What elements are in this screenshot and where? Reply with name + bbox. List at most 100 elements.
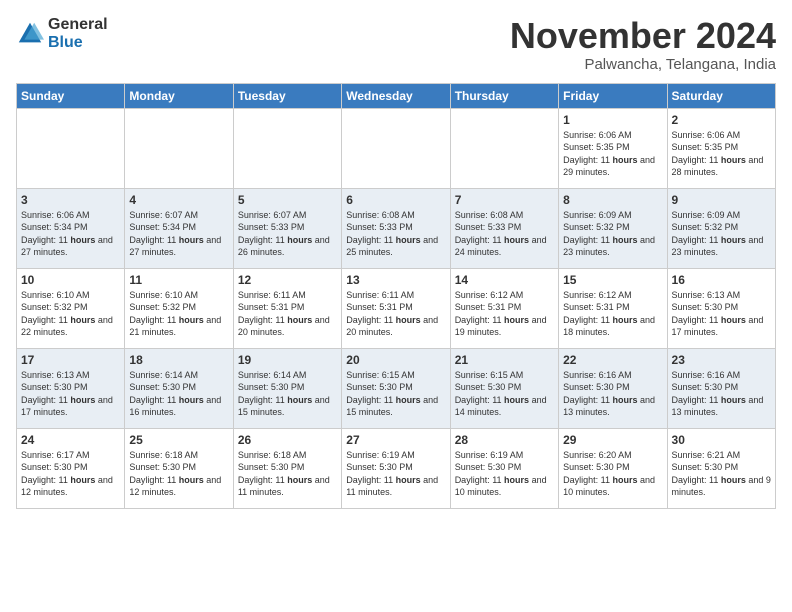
week-row-2: 3 Sunrise: 6:06 AMSunset: 5:34 PMDaylight…: [17, 188, 776, 268]
day-info: Sunrise: 6:18 AMSunset: 5:30 PMDaylight:…: [238, 449, 337, 499]
calendar-cell: 25 Sunrise: 6:18 AMSunset: 5:30 PMDayligh…: [125, 428, 233, 508]
day-number: 4: [129, 193, 228, 207]
day-info: Sunrise: 6:16 AMSunset: 5:30 PMDaylight:…: [672, 369, 771, 419]
day-number: 12: [238, 273, 337, 287]
day-number: 20: [346, 353, 445, 367]
calendar-cell: 12 Sunrise: 6:11 AMSunset: 5:31 PMDayligh…: [233, 268, 341, 348]
calendar-cell: 20 Sunrise: 6:15 AMSunset: 5:30 PMDayligh…: [342, 348, 450, 428]
logo-blue: Blue: [48, 34, 108, 52]
weekday-header-wednesday: Wednesday: [342, 83, 450, 108]
weekday-header-thursday: Thursday: [450, 83, 558, 108]
calendar-cell: [17, 108, 125, 188]
day-number: 10: [21, 273, 120, 287]
day-number: 9: [672, 193, 771, 207]
day-info: Sunrise: 6:13 AMSunset: 5:30 PMDaylight:…: [672, 289, 771, 339]
week-row-4: 17 Sunrise: 6:13 AMSunset: 5:30 PMDayligh…: [17, 348, 776, 428]
week-row-5: 24 Sunrise: 6:17 AMSunset: 5:30 PMDayligh…: [17, 428, 776, 508]
page-header: General Blue November 2024 Palwancha, Te…: [16, 16, 776, 73]
day-number: 16: [672, 273, 771, 287]
calendar-cell: 11Sunrise: 6:10 AMSunset: 5:32 PMDayligh…: [125, 268, 233, 348]
day-info: Sunrise: 6:11 AMSunset: 5:31 PMDaylight:…: [238, 289, 337, 339]
day-info: Sunrise: 6:15 AMSunset: 5:30 PMDaylight:…: [346, 369, 445, 419]
logo-general: General: [48, 16, 108, 34]
day-info: Sunrise: 6:19 AMSunset: 5:30 PMDaylight:…: [455, 449, 554, 499]
day-info: Sunrise: 6:13 AMSunset: 5:30 PMDaylight:…: [21, 369, 120, 419]
day-info: Sunrise: 6:09 AMSunset: 5:32 PMDaylight:…: [563, 209, 662, 259]
calendar-table: SundayMondayTuesdayWednesdayThursdayFrid…: [16, 83, 776, 509]
day-info: Sunrise: 6:12 AMSunset: 5:31 PMDaylight:…: [563, 289, 662, 339]
day-number: 13: [346, 273, 445, 287]
calendar-cell: 9 Sunrise: 6:09 AMSunset: 5:32 PMDaylight…: [667, 188, 775, 268]
week-row-1: 1 Sunrise: 6:06 AMSunset: 5:35 PMDaylight…: [17, 108, 776, 188]
calendar-cell: 15 Sunrise: 6:12 AMSunset: 5:31 PMDayligh…: [559, 268, 667, 348]
calendar-cell: 2 Sunrise: 6:06 AMSunset: 5:35 PMDaylight…: [667, 108, 775, 188]
day-number: 6: [346, 193, 445, 207]
day-number: 2: [672, 113, 771, 127]
day-info: Sunrise: 6:10 AMSunset: 5:32 PMDaylight:…: [129, 289, 228, 339]
day-info: Sunrise: 6:07 AMSunset: 5:33 PMDaylight:…: [238, 209, 337, 259]
day-number: 30: [672, 433, 771, 447]
day-info: Sunrise: 6:08 AMSunset: 5:33 PMDaylight:…: [346, 209, 445, 259]
day-number: 27: [346, 433, 445, 447]
calendar-cell: 6 Sunrise: 6:08 AMSunset: 5:33 PMDaylight…: [342, 188, 450, 268]
day-info: Sunrise: 6:21 AMSunset: 5:30 PMDaylight:…: [672, 449, 771, 499]
day-info: Sunrise: 6:15 AMSunset: 5:30 PMDaylight:…: [455, 369, 554, 419]
day-number: 15: [563, 273, 662, 287]
calendar-cell: 24 Sunrise: 6:17 AMSunset: 5:30 PMDayligh…: [17, 428, 125, 508]
weekday-header-monday: Monday: [125, 83, 233, 108]
day-number: 24: [21, 433, 120, 447]
calendar-cell: 10 Sunrise: 6:10 AMSunset: 5:32 PMDayligh…: [17, 268, 125, 348]
weekday-header-row: SundayMondayTuesdayWednesdayThursdayFrid…: [17, 83, 776, 108]
calendar-cell: [233, 108, 341, 188]
day-number: 28: [455, 433, 554, 447]
calendar-cell: 26 Sunrise: 6:18 AMSunset: 5:30 PMDayligh…: [233, 428, 341, 508]
logo-icon: [16, 20, 44, 48]
day-number: 1: [563, 113, 662, 127]
day-number: 26: [238, 433, 337, 447]
day-info: Sunrise: 6:12 AMSunset: 5:31 PMDaylight:…: [455, 289, 554, 339]
weekday-header-tuesday: Tuesday: [233, 83, 341, 108]
calendar-cell: 19Sunrise: 6:14 AMSunset: 5:30 PMDayligh…: [233, 348, 341, 428]
calendar-cell: [450, 108, 558, 188]
calendar-cell: 17 Sunrise: 6:13 AMSunset: 5:30 PMDayligh…: [17, 348, 125, 428]
calendar-cell: 8 Sunrise: 6:09 AMSunset: 5:32 PMDaylight…: [559, 188, 667, 268]
calendar-cell: 16 Sunrise: 6:13 AMSunset: 5:30 PMDayligh…: [667, 268, 775, 348]
day-info: Sunrise: 6:07 AMSunset: 5:34 PMDaylight:…: [129, 209, 228, 259]
day-info: Sunrise: 6:08 AMSunset: 5:33 PMDaylight:…: [455, 209, 554, 259]
calendar-cell: [342, 108, 450, 188]
day-number: 5: [238, 193, 337, 207]
weekday-header-saturday: Saturday: [667, 83, 775, 108]
calendar-cell: 21Sunrise: 6:15 AMSunset: 5:30 PMDayligh…: [450, 348, 558, 428]
calendar-cell: 23Sunrise: 6:16 AMSunset: 5:30 PMDayligh…: [667, 348, 775, 428]
calendar-cell: 18 Sunrise: 6:14 AMSunset: 5:30 PMDayligh…: [125, 348, 233, 428]
calendar-cell: 27Sunrise: 6:19 AMSunset: 5:30 PMDayligh…: [342, 428, 450, 508]
day-number: 3: [21, 193, 120, 207]
calendar-cell: 3 Sunrise: 6:06 AMSunset: 5:34 PMDaylight…: [17, 188, 125, 268]
day-info: Sunrise: 6:14 AMSunset: 5:30 PMDaylight:…: [129, 369, 228, 419]
day-info: Sunrise: 6:14 AMSunset: 5:30 PMDaylight:…: [238, 369, 337, 419]
day-info: Sunrise: 6:09 AMSunset: 5:32 PMDaylight:…: [672, 209, 771, 259]
calendar-cell: 29Sunrise: 6:20 AMSunset: 5:30 PMDayligh…: [559, 428, 667, 508]
weekday-header-friday: Friday: [559, 83, 667, 108]
day-number: 7: [455, 193, 554, 207]
day-info: Sunrise: 6:11 AMSunset: 5:31 PMDaylight:…: [346, 289, 445, 339]
logo: General Blue: [16, 16, 108, 51]
day-number: 25: [129, 433, 228, 447]
day-info: Sunrise: 6:06 AMSunset: 5:34 PMDaylight:…: [21, 209, 120, 259]
day-number: 14: [455, 273, 554, 287]
day-info: Sunrise: 6:06 AMSunset: 5:35 PMDaylight:…: [672, 129, 771, 179]
day-info: Sunrise: 6:10 AMSunset: 5:32 PMDaylight:…: [21, 289, 120, 339]
day-info: Sunrise: 6:20 AMSunset: 5:30 PMDaylight:…: [563, 449, 662, 499]
day-number: 8: [563, 193, 662, 207]
day-info: Sunrise: 6:18 AMSunset: 5:30 PMDaylight:…: [129, 449, 228, 499]
calendar-cell: 5 Sunrise: 6:07 AMSunset: 5:33 PMDaylight…: [233, 188, 341, 268]
week-row-3: 10 Sunrise: 6:10 AMSunset: 5:32 PMDayligh…: [17, 268, 776, 348]
day-number: 17: [21, 353, 120, 367]
day-number: 18: [129, 353, 228, 367]
calendar-cell: 28 Sunrise: 6:19 AMSunset: 5:30 PMDayligh…: [450, 428, 558, 508]
day-number: 22: [563, 353, 662, 367]
calendar-cell: 7 Sunrise: 6:08 AMSunset: 5:33 PMDaylight…: [450, 188, 558, 268]
calendar-cell: 13 Sunrise: 6:11 AMSunset: 5:31 PMDayligh…: [342, 268, 450, 348]
day-info: Sunrise: 6:17 AMSunset: 5:30 PMDaylight:…: [21, 449, 120, 499]
calendar-cell: 22Sunrise: 6:16 AMSunset: 5:30 PMDayligh…: [559, 348, 667, 428]
